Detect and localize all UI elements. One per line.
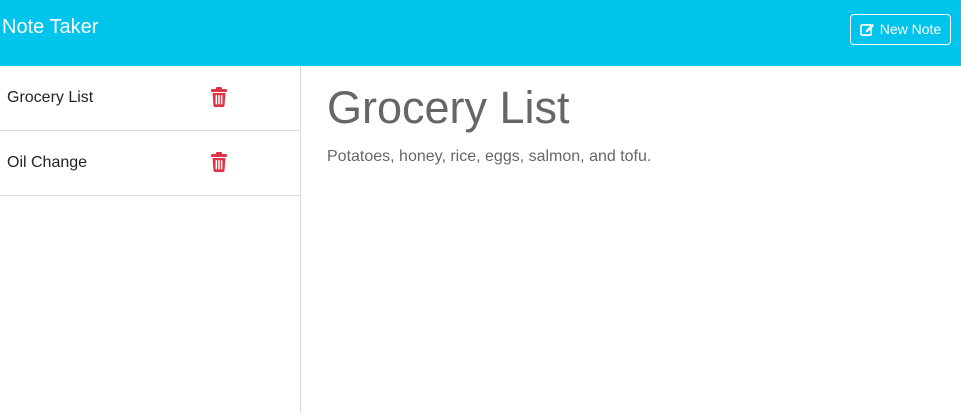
note-list-item[interactable]: Grocery List [0,66,300,131]
note-list-item[interactable]: Oil Change [0,131,300,196]
note-list-item-title: Grocery List [7,89,94,106]
note-list-item-title: Oil Change [7,154,88,171]
app-title[interactable]: Note Taker [2,15,98,39]
new-note-button[interactable]: New Note [850,14,951,45]
note-editor: Grocery List Potatoes, honey, rice, eggs… [301,66,961,413]
trash-icon[interactable] [210,87,228,107]
note-title-input[interactable]: Grocery List [327,82,570,134]
trash-icon[interactable] [210,152,228,172]
pen-to-square-icon [859,23,874,36]
note-text-area[interactable]: Potatoes, honey, rice, eggs, salmon, and… [327,146,651,168]
note-list: Grocery List Oil Change [0,66,301,413]
navbar: Note Taker New Note [0,0,961,66]
new-note-label: New Note [879,21,942,37]
